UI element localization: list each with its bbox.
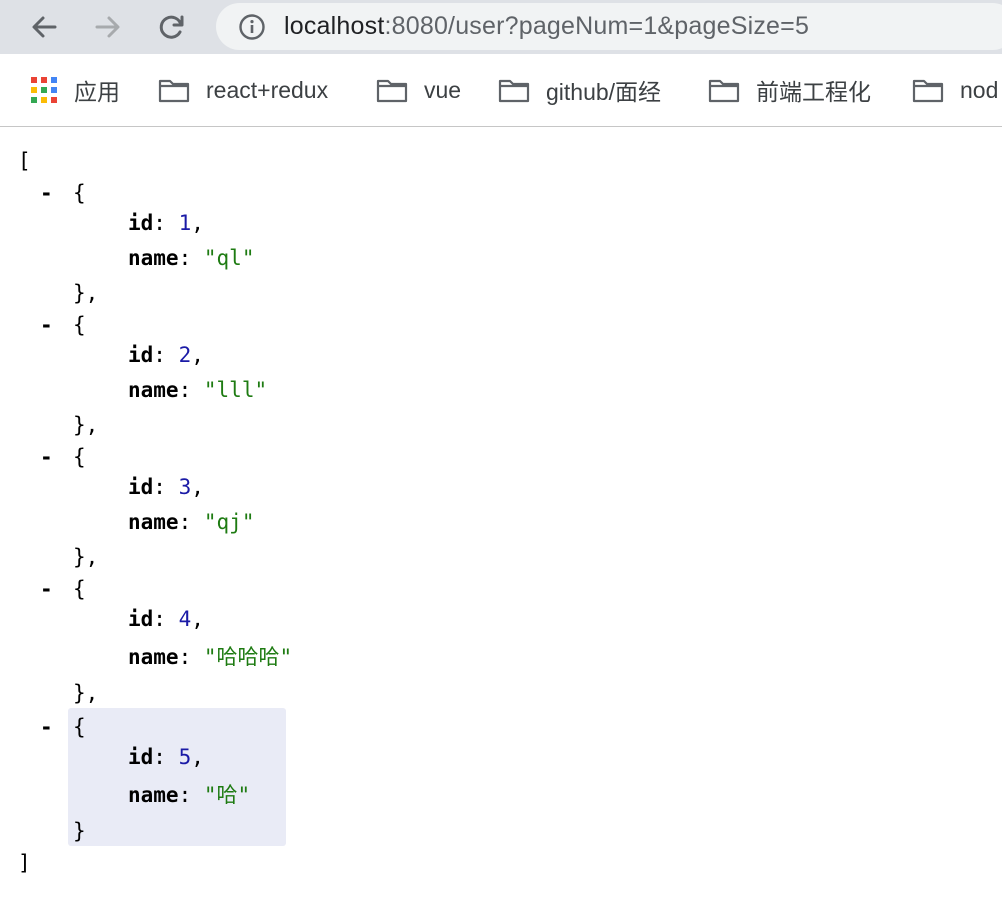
id-value: 3: [178, 475, 192, 499]
hover-highlight: [68, 708, 286, 846]
object-open-brace: {: [73, 181, 86, 205]
address-bar[interactable]: localhost:8080/user?pageNum=1&pageSize=5: [216, 3, 1002, 50]
collapse-toggle[interactable]: -: [40, 178, 53, 208]
json-key: id: [128, 745, 154, 769]
browser-toolbar: localhost:8080/user?pageNum=1&pageSize=5: [0, 0, 1002, 54]
folder-icon: [376, 77, 408, 103]
collapse-toggle[interactable]: -: [40, 574, 53, 604]
name-value: qj: [216, 510, 242, 534]
bookmark-label: vue: [424, 76, 462, 103]
bookmark-label: 应用: [74, 79, 120, 105]
folder-icon: [158, 77, 190, 103]
object-close-brace: }: [73, 819, 86, 843]
json-key: name: [128, 645, 179, 669]
object-open-brace: {: [73, 577, 86, 601]
folder-icon: [912, 77, 944, 103]
json-key: id: [128, 475, 154, 499]
json-row-id: id: 4,: [128, 607, 204, 631]
json-key: name: [128, 510, 179, 534]
collapse-toggle[interactable]: -: [40, 310, 53, 340]
bookmark-frontend-engineering[interactable]: 前端工程化: [708, 74, 871, 106]
bookmark-github-interview[interactable]: github/面经: [498, 74, 661, 106]
bookmark-label: nod: [960, 76, 999, 103]
id-value: 2: [178, 343, 192, 367]
bookmark-node[interactable]: nod: [912, 74, 998, 106]
reload-icon: [159, 15, 184, 39]
forward-arrow-icon: [95, 16, 120, 38]
json-row-name: name: "lll": [128, 378, 268, 402]
object-open-brace: {: [73, 715, 86, 739]
url-text[interactable]: localhost:8080/user?pageNum=1&pageSize=5: [284, 11, 809, 41]
json-row-name: name: "哈": [128, 783, 251, 807]
back-arrow-icon: [32, 16, 57, 38]
reload-button[interactable]: [152, 8, 192, 46]
id-value: 4: [178, 607, 192, 631]
bookmark-apps[interactable]: 应用: [30, 74, 120, 106]
url-host: localhost: [284, 12, 385, 40]
info-icon[interactable]: [238, 13, 266, 41]
json-row-id: id: 3,: [128, 475, 204, 499]
object-close-brace: },: [73, 413, 99, 437]
json-row-id: id: 5,: [128, 745, 204, 769]
name-value: 哈: [216, 783, 238, 807]
bookmark-react-redux[interactable]: react+redux: [158, 74, 328, 106]
bookmark-label: 前端工程化: [756, 79, 871, 105]
name-value: lll: [216, 378, 255, 402]
forward-button[interactable]: [88, 8, 128, 46]
json-key: name: [128, 246, 179, 270]
json-row-name: name: "qj": [128, 510, 255, 534]
json-viewer: [ - { id: 1, name: "ql" }, - { id: 2, na…: [0, 128, 1002, 922]
object-open-brace: {: [73, 313, 86, 337]
json-row-name: name: "ql": [128, 246, 255, 270]
json-key: id: [128, 343, 154, 367]
array-open-bracket: [: [18, 149, 31, 173]
back-button[interactable]: [24, 8, 64, 46]
collapse-toggle[interactable]: -: [40, 442, 53, 472]
url-path: :8080/user?pageNum=1&pageSize=5: [384, 12, 810, 40]
array-close-bracket: ]: [18, 851, 31, 875]
json-row-id: id: 1,: [128, 211, 204, 235]
name-value: ql: [216, 246, 242, 270]
object-close-brace: },: [73, 545, 99, 569]
json-key: name: [128, 783, 179, 807]
bookmark-label: github/面经: [546, 79, 662, 105]
json-row-name: name: "哈哈哈": [128, 645, 293, 669]
object-close-brace: },: [73, 281, 99, 305]
bookmark-vue[interactable]: vue: [376, 74, 461, 106]
object-close-brace: },: [73, 681, 99, 705]
id-value: 5: [178, 745, 192, 769]
json-key: id: [128, 211, 154, 235]
json-key: name: [128, 378, 179, 402]
collapse-toggle[interactable]: -: [40, 712, 53, 742]
bookmarks-bar: 应用 react+redux vue github/面经 前端工程化 nod: [0, 54, 1002, 127]
name-value: 哈哈哈: [216, 645, 280, 669]
apps-grid-icon: [30, 76, 58, 104]
id-value: 1: [178, 211, 192, 235]
json-key: id: [128, 607, 154, 631]
folder-icon: [498, 77, 530, 103]
json-row-id: id: 2,: [128, 343, 204, 367]
bookmark-label: react+redux: [206, 76, 329, 103]
object-open-brace: {: [73, 445, 86, 469]
folder-icon: [708, 77, 740, 103]
